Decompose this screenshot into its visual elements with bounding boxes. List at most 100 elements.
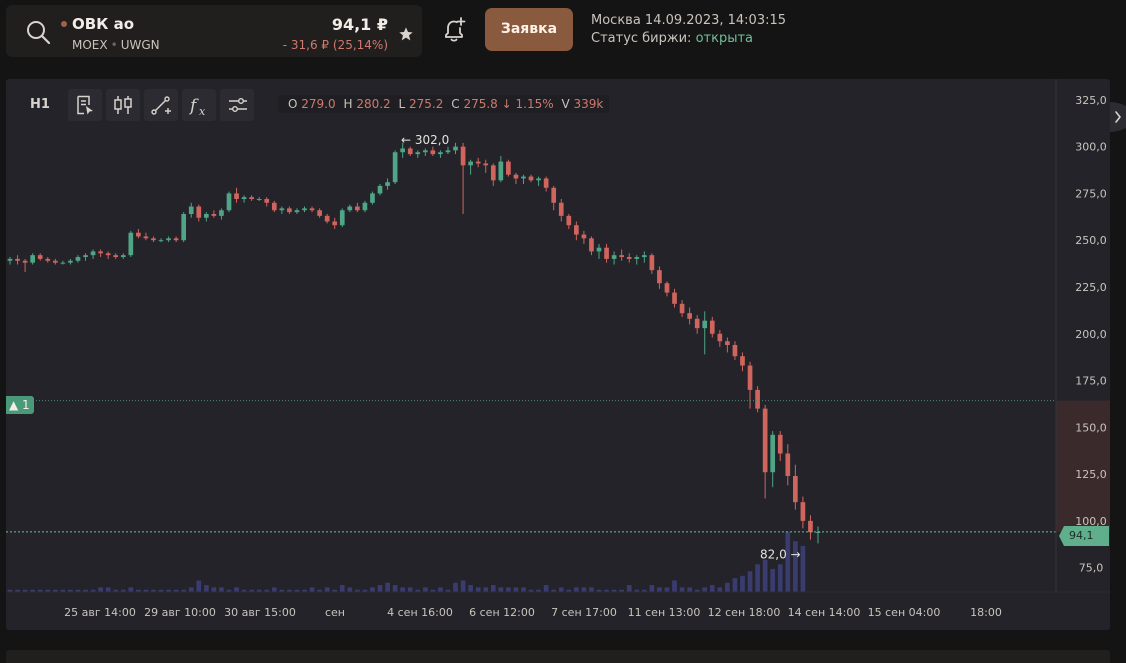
candle [30, 253, 35, 265]
candle [657, 266, 662, 289]
candle [709, 316, 715, 338]
volume-bar [755, 564, 760, 592]
candle-body [475, 161, 481, 164]
candle [68, 258, 73, 265]
candle [15, 255, 20, 265]
settings-icon [229, 98, 247, 112]
candle-body [604, 247, 609, 259]
candle-body [468, 161, 473, 166]
x-tick-label: 4 сен 16:00 [387, 606, 453, 619]
notes-button[interactable] [68, 89, 102, 121]
candle-body [566, 215, 572, 226]
volume-bar [777, 564, 783, 592]
volume-bar [211, 587, 217, 592]
search-icon[interactable] [24, 18, 52, 46]
timeframe-button[interactable]: H1 [20, 89, 64, 121]
volume-bar [626, 585, 632, 592]
candle [143, 232, 149, 241]
candle [279, 206, 285, 214]
candle [256, 197, 262, 201]
candle [800, 496, 806, 529]
candle [641, 251, 647, 263]
candle-body [181, 213, 187, 241]
volume-bar [203, 585, 209, 592]
price-alert-marker[interactable]: ▲ 1 [6, 396, 34, 414]
candle-body [60, 262, 66, 264]
candle [762, 404, 768, 499]
candle [483, 159, 489, 173]
candle-body [445, 150, 451, 153]
order-button[interactable]: Заявка [485, 8, 573, 51]
chart-settings-button[interactable] [220, 89, 254, 121]
candle [679, 300, 685, 317]
y-tick-label: 75,0 [1079, 562, 1104, 575]
volume-bar [483, 587, 489, 592]
candle [355, 202, 360, 213]
candle [22, 258, 28, 273]
candle-body [460, 146, 466, 166]
star-icon[interactable] [398, 26, 414, 42]
candle-body [309, 208, 315, 211]
candle [324, 213, 330, 224]
volume-bar [188, 587, 194, 592]
candle [234, 187, 239, 203]
candle-body [7, 258, 13, 261]
volume-bar [234, 587, 239, 592]
candle [460, 142, 466, 214]
volume-bar [392, 585, 398, 592]
svg-text:f: f [189, 96, 199, 116]
candle-body [596, 247, 602, 252]
bell-plus-icon[interactable] [441, 16, 467, 44]
indicators-button[interactable]: f x [182, 89, 216, 121]
candle-body [438, 152, 443, 155]
candle [264, 197, 270, 207]
candle [785, 444, 791, 486]
candle-body [679, 303, 685, 314]
chart-panel[interactable]: ← 302,0 82,0 → 325,0 300,0 275,0 250,0 225,0 2… [6, 79, 1110, 630]
x-tick-label: 15 сен 04:00 [868, 606, 941, 619]
candlestick-chart[interactable]: ← 302,0 82,0 → 325,0 300,0 275,0 250,0 225,0 2… [6, 79, 1110, 630]
candle [226, 191, 232, 213]
market-status-label: Статус биржи: [591, 31, 696, 46]
candle-body [264, 199, 270, 203]
instrument-name: ОВК ао [72, 15, 135, 33]
x-tick-label: 12 сен 18:00 [708, 606, 781, 619]
candle-body [98, 251, 103, 254]
y-tick-label: 200,0 [1075, 328, 1107, 341]
candle [385, 178, 390, 190]
candle-body [226, 193, 232, 211]
y-tick-label: 125,0 [1075, 468, 1107, 481]
candle [815, 526, 821, 544]
candle-body [256, 199, 262, 201]
volume-bar [468, 585, 473, 592]
candle [740, 352, 745, 372]
candle [407, 146, 413, 156]
candles-icon [114, 96, 132, 114]
candle-body [453, 146, 458, 151]
ohlc-high-key: H [343, 97, 353, 111]
market-status-value: открыта [695, 31, 753, 46]
candle-body [203, 213, 209, 218]
candle [793, 464, 798, 510]
candle [219, 208, 224, 220]
volume-bar [460, 580, 466, 592]
candle [672, 288, 677, 308]
instrument-selector[interactable]: ОВК ао MOEX • UWGN 94,1 ₽ - 31,6 ₽ (25,14%… [6, 5, 422, 57]
candle-body [136, 232, 141, 237]
candle [302, 206, 307, 213]
chart-type-button[interactable] [106, 89, 140, 121]
candle [60, 260, 66, 265]
chevron-right-icon[interactable] [1110, 100, 1126, 134]
min-price-annotation: 82,0 → [760, 548, 801, 562]
ohlc-open-key: O [288, 97, 298, 111]
candle [339, 208, 345, 228]
candle [521, 174, 526, 185]
candle [309, 206, 315, 213]
candle [755, 386, 760, 413]
drawing-tools-button[interactable] [144, 89, 178, 121]
volume-bar [717, 587, 723, 592]
status-dot [61, 21, 67, 27]
volume-bar [385, 582, 390, 592]
x-tick-label: 11 сен 13:00 [628, 606, 701, 619]
candle [196, 204, 202, 222]
